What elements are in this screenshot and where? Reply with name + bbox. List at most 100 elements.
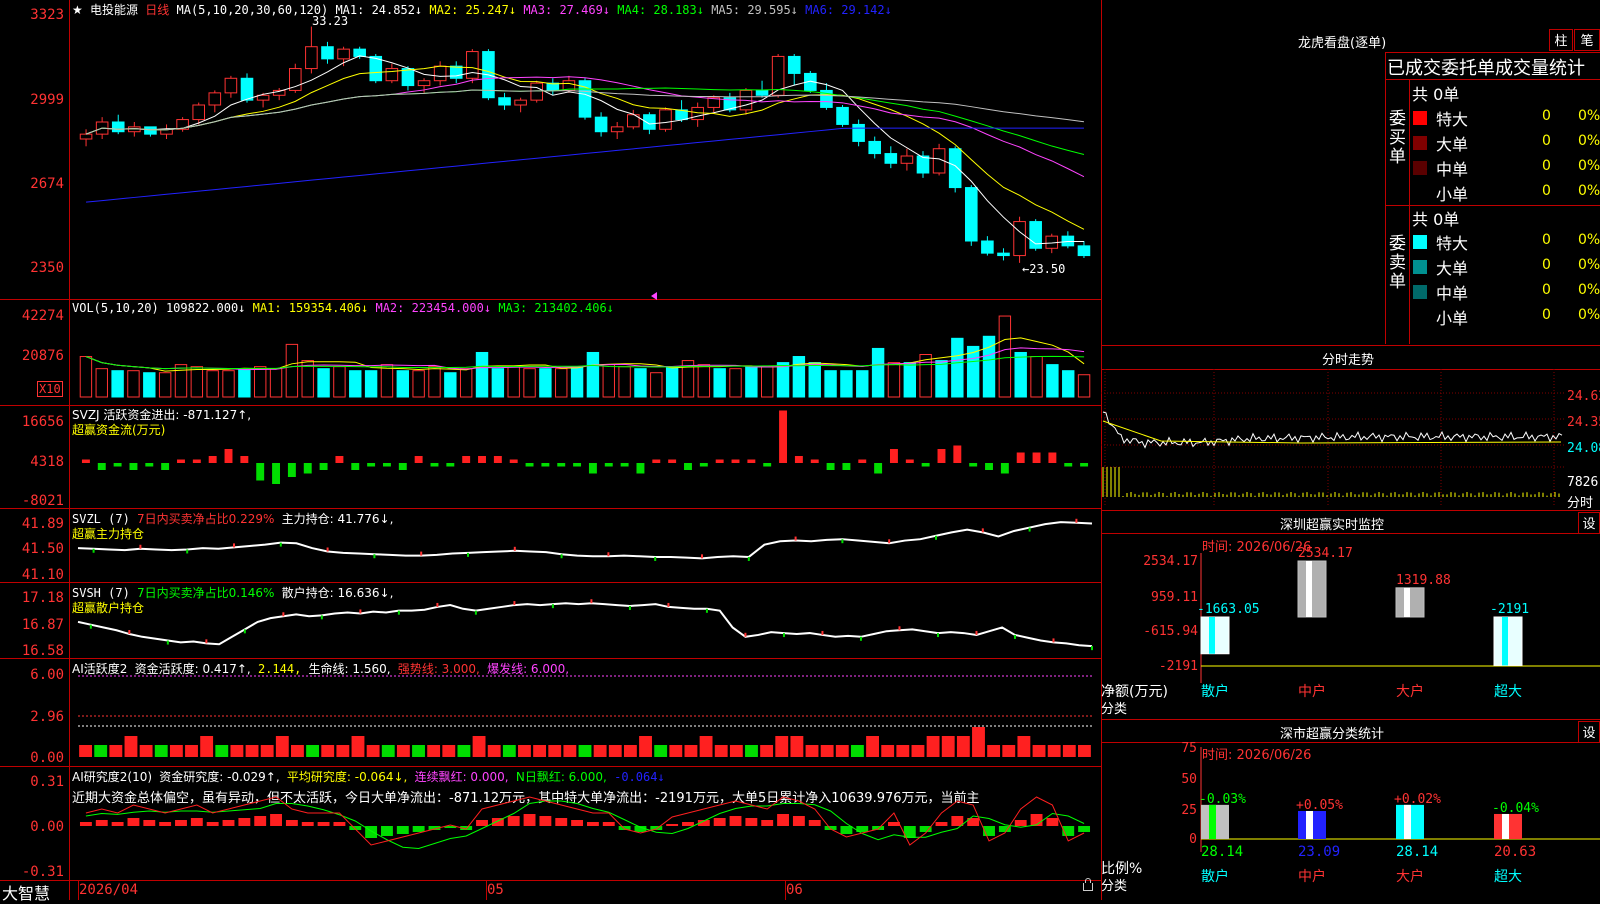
- volume-bar: [903, 362, 917, 398]
- flow-bar: [810, 459, 819, 463]
- monitor-top: [1101, 510, 1600, 511]
- candle-body: [369, 55, 383, 82]
- volume-bar: [95, 368, 108, 398]
- candle-body: [144, 126, 157, 135]
- class-bar-value: 20.63: [1494, 844, 1536, 860]
- candle-body: [997, 252, 1010, 257]
- activity-bar: [306, 745, 320, 757]
- candle-body: [836, 106, 849, 125]
- flow-bar: [493, 456, 502, 463]
- class-settings-button[interactable]: 设: [1578, 721, 1600, 743]
- monitor-bar-value: 2534.17: [1298, 546, 1353, 561]
- class-bar-value: 28.14: [1396, 844, 1438, 860]
- activity-bar: [548, 745, 562, 757]
- volume-bar: [1077, 374, 1091, 398]
- buy-row-name: 小单: [1436, 185, 1469, 204]
- monitor-bar-value: -2191: [1490, 602, 1529, 617]
- monitor-axis-cat: 分类: [1101, 702, 1128, 717]
- money-flow-chart: [81, 410, 1089, 484]
- flow-bar: [509, 459, 518, 463]
- flow-bar: [668, 459, 677, 463]
- candle-body: [884, 153, 898, 164]
- research-bar: [713, 818, 726, 826]
- activity-bar: [896, 745, 910, 757]
- monitor-y-label: -2191: [1159, 659, 1198, 674]
- sell-row-value: 0: [1542, 282, 1551, 298]
- main-force-line: [77, 521, 1093, 560]
- volume-bar: [174, 364, 188, 398]
- intraday-chart[interactable]: [1101, 369, 1600, 509]
- class-category: 中户: [1298, 868, 1326, 885]
- flow-bar: [652, 459, 661, 463]
- research-bar: [285, 820, 298, 826]
- volume-bar: [871, 347, 885, 398]
- monitor-settings-button[interactable]: 设: [1578, 512, 1600, 534]
- buy-row-swatch: [1413, 111, 1427, 125]
- candle-body: [530, 82, 544, 101]
- activity-bar: [321, 745, 335, 757]
- flow-bar: [921, 463, 930, 467]
- activity-bar: [835, 745, 849, 757]
- class-bar-highlight: [1404, 804, 1411, 839]
- flow-bar: [97, 463, 106, 470]
- class-axis-cat: 分类: [1101, 879, 1128, 894]
- activity-bar: [926, 736, 940, 757]
- flow-bar: [858, 459, 867, 463]
- research-bar: [1046, 818, 1059, 826]
- candle-body: [305, 46, 318, 70]
- flow-bar: [715, 459, 724, 463]
- cursor-marker-icon: [651, 292, 657, 300]
- candle-body: [948, 148, 962, 189]
- volume-bar: [570, 366, 584, 398]
- research-bar: [523, 814, 536, 826]
- activity-bar: [442, 745, 456, 757]
- flow-bar: [874, 463, 883, 474]
- fenshi-top: [1101, 345, 1600, 346]
- x-tick-2: [785, 880, 786, 900]
- lock-icon[interactable]: [1083, 878, 1093, 891]
- activity-bar: [593, 745, 607, 757]
- research-bar: [190, 818, 203, 826]
- monitor-bar-highlight: [1404, 587, 1410, 617]
- ai-research-chart: [79, 796, 1091, 850]
- candlestick-chart[interactable]: [0, 0, 1100, 300]
- candle-body: [1077, 245, 1091, 257]
- candle-body: [514, 99, 527, 106]
- volume-bar: [634, 368, 647, 398]
- candle-body: [594, 116, 608, 133]
- volume-bar: [1014, 351, 1027, 398]
- volume-bar: [555, 368, 568, 398]
- lhb-left-border: [1385, 52, 1386, 344]
- research-bar: [79, 822, 92, 826]
- candle-body: [111, 121, 125, 133]
- flow-bar: [889, 449, 898, 463]
- volume-bar: [317, 368, 330, 398]
- activity-bar: [351, 736, 365, 757]
- candle-body: [610, 126, 624, 133]
- volume-bar: [539, 368, 552, 398]
- activity-bar: [790, 736, 804, 757]
- buy-total: 共 0单: [1412, 85, 1460, 104]
- flow-bar: [335, 456, 344, 463]
- flow-bar: [1000, 463, 1009, 474]
- candle-body: [755, 89, 769, 96]
- candle-body: [659, 109, 672, 130]
- flow-bar: [557, 463, 566, 467]
- flow-bar: [1032, 452, 1041, 463]
- net-amount-chart: 2534.17 959.11 -615.94 -2191 -1663.05 散户 2534.…: [1143, 546, 1600, 700]
- research-bar: [507, 816, 520, 826]
- candle-body: [208, 92, 222, 106]
- flow-bar: [779, 410, 788, 463]
- volume-bar: [412, 370, 425, 398]
- bar-mode-button[interactable]: 柱: [1549, 29, 1573, 51]
- buy-row-value: 0: [1542, 158, 1551, 174]
- tick-mode-button[interactable]: 笔: [1574, 29, 1600, 51]
- activity-bar: [623, 745, 637, 757]
- flow-bar: [113, 463, 122, 467]
- volume-bar: [269, 368, 283, 398]
- class-bar-pct: +0.05%: [1296, 798, 1343, 813]
- flow-bar: [398, 463, 407, 470]
- activity-bar: [502, 745, 516, 757]
- sell-orders-label: 委卖单: [1389, 234, 1406, 292]
- volume-bar: [713, 368, 726, 398]
